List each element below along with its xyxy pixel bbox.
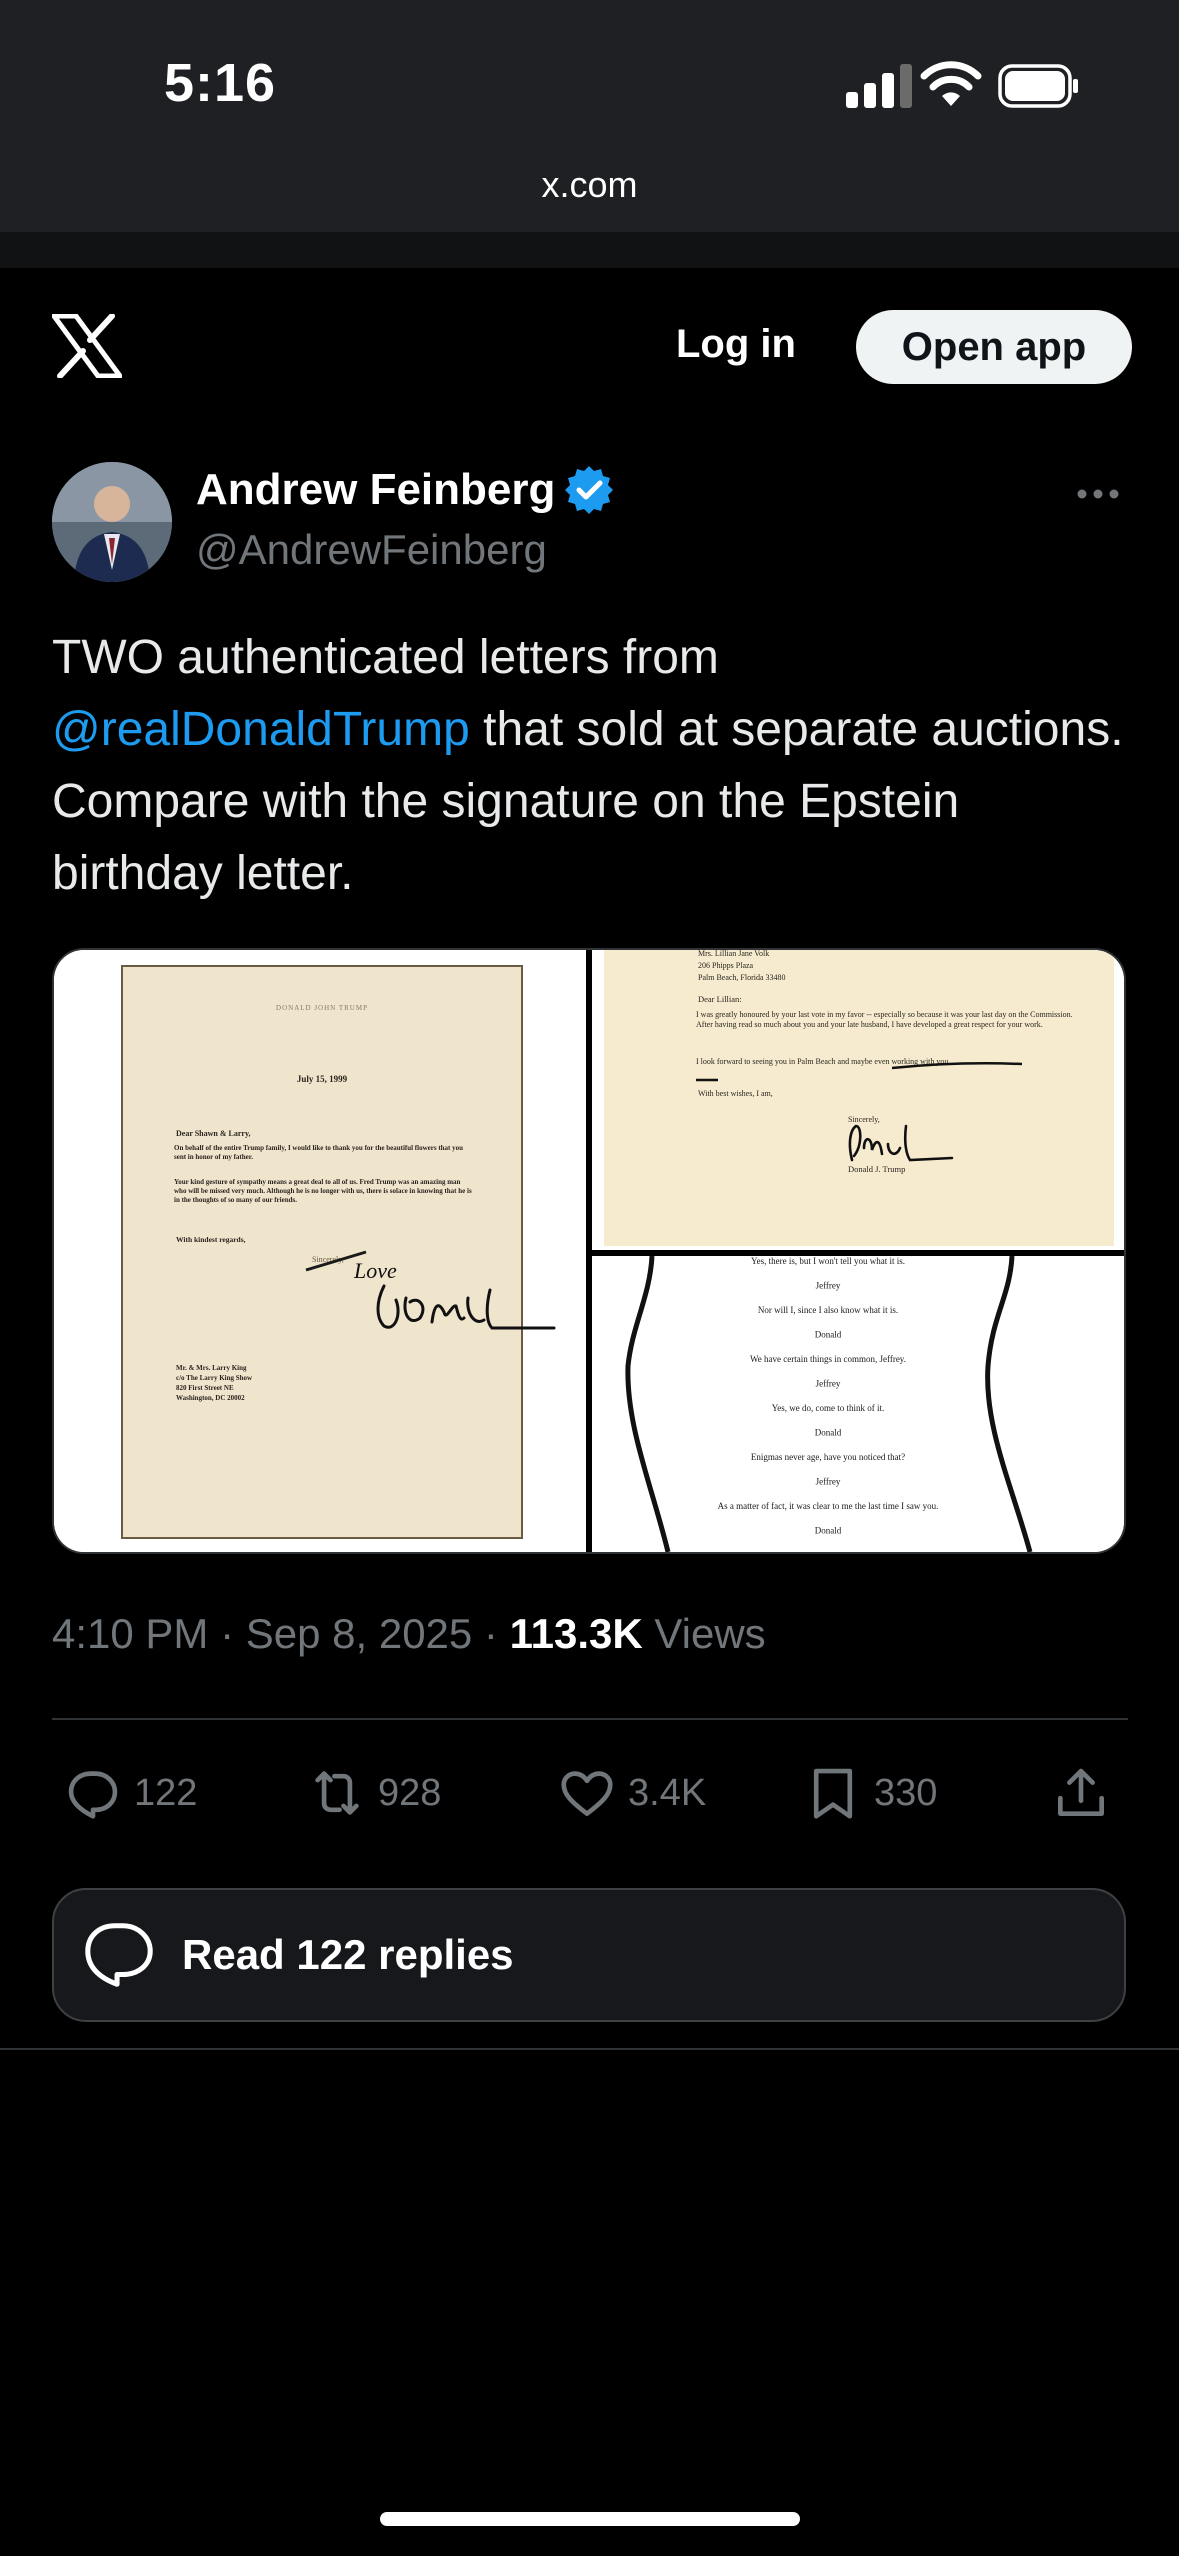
letter3-line: Donald <box>815 1330 842 1340</box>
tweet-text-part1: TWO authenticated letters from <box>52 631 719 684</box>
letter3-line: Nor will I, since I also know what it is… <box>758 1305 898 1315</box>
tweet-meta: 4:10 PM · Sep 8, 2025 · 113.3K Views <box>52 1610 766 1658</box>
views-count: 113.3K <box>509 1610 643 1657</box>
battery-icon <box>998 64 1078 108</box>
chat-bubbles-icon <box>85 1923 153 1987</box>
like-button[interactable]: 3.4K <box>556 1762 706 1824</box>
letter3-line: Jeffrey <box>816 1477 841 1487</box>
letter1-closing: With kindest regards, <box>176 1235 246 1244</box>
bookmark-icon <box>813 1768 853 1819</box>
repost-button[interactable]: 928 <box>306 1762 441 1824</box>
letter1-addr1: Mr. & Mrs. Larry King <box>176 1364 247 1372</box>
letter1-addr4: Washington, DC 20002 <box>176 1394 245 1402</box>
read-replies-label: Read 122 replies <box>182 1931 514 1978</box>
reply-icon <box>68 1771 118 1819</box>
media-grid: DONALD JOHN TRUMP July 15, 1999 Dear Sha… <box>52 948 1126 1554</box>
cellular-signal-icon <box>846 64 912 108</box>
tweet-timestamp[interactable]: 4:10 PM · Sep 8, 2025 · <box>52 1610 510 1657</box>
author-name[interactable]: Andrew Feinberg <box>196 465 555 515</box>
views-label: Views <box>642 1610 766 1657</box>
mention-link[interactable]: @realDonaldTrump <box>52 703 470 756</box>
letter3-line: Donald <box>815 1526 842 1536</box>
bookmark-count: 330 <box>874 1771 938 1814</box>
wifi-icon <box>920 61 982 106</box>
avatar[interactable] <box>52 462 172 582</box>
address-bar[interactable]: x.com <box>0 164 1179 206</box>
letter2-signer: Donald J. Trump <box>848 1164 905 1174</box>
home-indicator[interactable] <box>380 2512 800 2526</box>
status-time: 5:16 <box>164 53 277 113</box>
letter2-body2: I look forward to seeing you in Palm Bea… <box>696 1057 951 1066</box>
letter1-handwritten-love: Love <box>353 1258 397 1283</box>
letter1-body2: Your kind gesture of sympathy means a gr… <box>174 1178 472 1204</box>
letter2-addr1: Mrs. Lillian Jane Volk <box>698 950 769 958</box>
letter3-line: Jeffrey <box>816 1281 841 1291</box>
letter3-line: Donald <box>815 1428 842 1438</box>
letter1-salutation: Dear Shawn & Larry, <box>176 1129 251 1138</box>
bookmark-button[interactable]: 330 <box>802 1762 937 1824</box>
media-image-letter-2[interactable]: Mrs. Lillian Jane Volk 206 Phipps Plaza … <box>592 950 1124 1250</box>
letter3-line: Enigmas never age, have you noticed that… <box>751 1452 905 1462</box>
tweet-text: TWO authenticated letters from @realDona… <box>52 622 1132 910</box>
reply-count: 122 <box>134 1771 198 1814</box>
media-image-letter-3[interactable]: Yes, there is, but I won't tell you what… <box>592 1256 1124 1552</box>
letter2-closing: With best wishes, I am, <box>698 1089 773 1098</box>
letter2-salutation: Dear Lillian: <box>698 994 742 1004</box>
share-icon <box>1058 1768 1104 1816</box>
letter1-body1: On behalf of the entire Trump family, I … <box>174 1144 464 1161</box>
media-image-letter-1[interactable]: DONALD JOHN TRUMP July 15, 1999 Dear Sha… <box>54 950 586 1552</box>
repost-count: 928 <box>378 1771 442 1814</box>
browser-divider <box>0 232 1179 268</box>
read-replies-button[interactable]: Read 122 replies <box>52 1888 1126 2022</box>
repost-icon <box>315 1771 359 1815</box>
like-count: 3.4K <box>628 1771 707 1814</box>
verified-badge-icon <box>565 466 614 514</box>
divider <box>0 2048 1179 2050</box>
letter1-letterhead: DONALD JOHN TRUMP <box>276 1004 368 1012</box>
browser-chrome: 5:16 x.com <box>0 0 1179 232</box>
reply-button[interactable]: 122 <box>62 1762 197 1824</box>
letter1-addr2: c/o The Larry King Show <box>176 1374 253 1382</box>
letter1-date: July 15, 1999 <box>297 1074 348 1084</box>
divider <box>52 1718 1128 1720</box>
letter2-body1: I was greatly honoured by your last vote… <box>696 1010 1073 1029</box>
letter3-line: We have certain things in common, Jeffre… <box>750 1354 906 1364</box>
author-name-row: Andrew Feinberg <box>196 464 615 516</box>
letter3-line: As a matter of fact, it was clear to me … <box>718 1501 939 1511</box>
share-button[interactable] <box>1050 1762 1122 1824</box>
heart-icon <box>561 1771 613 1816</box>
login-link[interactable]: Log in <box>676 322 796 367</box>
open-app-button[interactable]: Open app <box>856 310 1132 384</box>
letter1-addr3: 820 First Street NE <box>176 1384 234 1392</box>
letter2-sincerely: Sincerely, <box>848 1115 880 1124</box>
letter2-addr2: 206 Phipps Plaza <box>698 961 754 970</box>
letter3-line: Jeffrey <box>816 1379 841 1389</box>
letter3-line: Yes, there is, but I won't tell you what… <box>751 1256 905 1266</box>
more-icon[interactable] <box>1074 474 1122 514</box>
letter3-line: Yes, we do, come to think of it. <box>772 1403 885 1413</box>
letter2-addr3: Palm Beach, Florida 33480 <box>698 973 786 982</box>
author-handle[interactable]: @AndrewFeinberg <box>196 526 547 574</box>
x-logo-icon[interactable] <box>52 314 122 378</box>
